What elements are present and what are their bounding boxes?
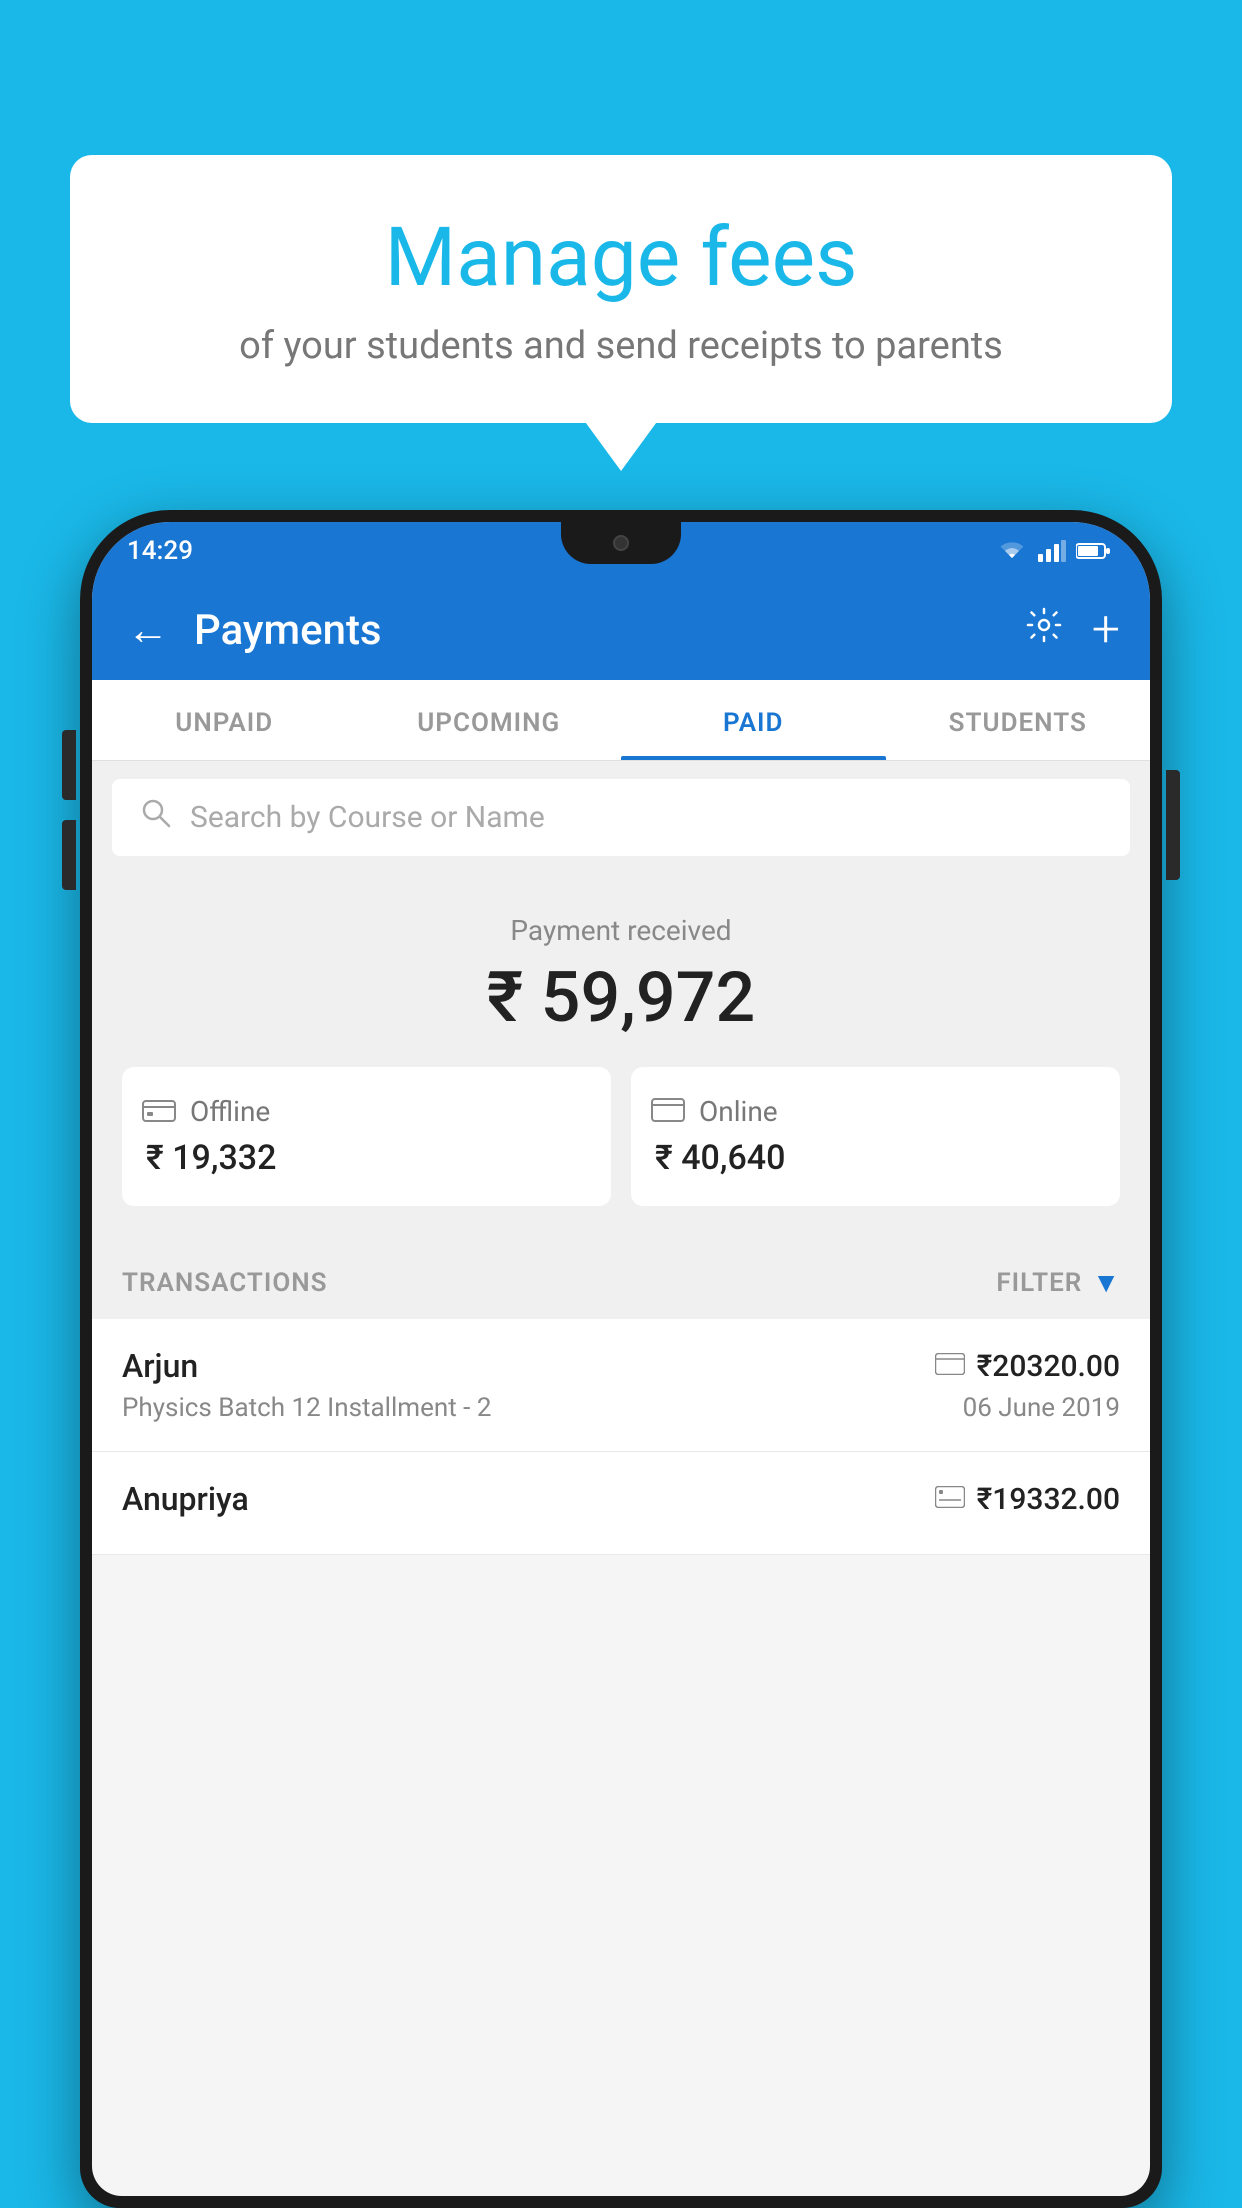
app-bar-title: Payments xyxy=(194,606,1004,655)
transaction-name: Anupriya xyxy=(122,1480,249,1518)
online-card-header: Online xyxy=(651,1095,1100,1128)
filter-icon: ▼ xyxy=(1092,1266,1120,1299)
transactions-header: TRANSACTIONS FILTER ▼ xyxy=(92,1246,1150,1319)
app-bar: ← Payments + xyxy=(92,580,1150,680)
status-icons xyxy=(996,540,1110,562)
bubble-title: Manage fees xyxy=(130,210,1112,306)
settings-button[interactable] xyxy=(1024,605,1064,655)
back-button[interactable]: ← xyxy=(122,601,174,660)
offline-icon xyxy=(142,1096,176,1128)
transaction-amount-wrap: ₹19332.00 xyxy=(935,1482,1120,1517)
add-button[interactable]: + xyxy=(1092,605,1120,655)
filter-button[interactable]: FILTER ▼ xyxy=(996,1266,1120,1299)
search-icon xyxy=(140,797,172,838)
online-icon xyxy=(651,1098,685,1126)
search-placeholder: Search by Course or Name xyxy=(190,800,545,835)
payment-cards: Offline ₹ 19,332 Online xyxy=(122,1067,1120,1206)
offline-amount: ₹ 19,332 xyxy=(142,1138,591,1178)
offline-card-header: Offline xyxy=(142,1095,591,1128)
phone-frame: 14:29 xyxy=(80,510,1162,2208)
speech-bubble-container: Manage fees of your students and send re… xyxy=(70,155,1172,423)
speech-bubble: Manage fees of your students and send re… xyxy=(70,155,1172,423)
tabs-container: UNPAID UPCOMING PAID STUDENTS xyxy=(92,680,1150,761)
transaction-desc: Physics Batch 12 Installment - 2 xyxy=(122,1393,491,1423)
transaction-name: Arjun xyxy=(122,1347,198,1385)
filter-label: FILTER xyxy=(996,1268,1082,1298)
transaction-bottom: Physics Batch 12 Installment - 2 06 June… xyxy=(122,1393,1120,1423)
phone-notch xyxy=(561,522,681,564)
transaction-row[interactable]: Anupriya ₹19332.00 xyxy=(92,1452,1150,1555)
volume-up-button xyxy=(62,730,76,800)
power-button xyxy=(1166,770,1180,880)
payment-received-section: Payment received ₹ 59,972 Offline xyxy=(92,874,1150,1246)
online-card: Online ₹ 40,640 xyxy=(631,1067,1120,1206)
signal-icon xyxy=(1038,540,1066,562)
search-bar[interactable]: Search by Course or Name xyxy=(112,779,1130,856)
tab-paid[interactable]: PAID xyxy=(621,680,886,760)
transactions-label: TRANSACTIONS xyxy=(122,1268,328,1298)
wifi-icon xyxy=(996,540,1028,562)
transaction-row[interactable]: Arjun ₹20320.00 Physics Batch 12 Install… xyxy=(92,1319,1150,1452)
volume-down-button xyxy=(62,820,76,890)
offline-card: Offline ₹ 19,332 xyxy=(122,1067,611,1206)
online-label: Online xyxy=(699,1095,778,1128)
cash-type-icon xyxy=(935,1486,965,1512)
bubble-subtitle: of your students and send receipts to pa… xyxy=(130,324,1112,368)
status-time: 14:29 xyxy=(127,536,193,566)
payment-label: Payment received xyxy=(122,914,1120,947)
battery-icon xyxy=(1076,542,1110,560)
card-type-icon xyxy=(935,1353,965,1379)
app-bar-actions: + xyxy=(1024,605,1120,655)
payment-amount: ₹ 59,972 xyxy=(122,957,1120,1039)
phone-screen: 14:29 xyxy=(92,522,1150,2196)
tab-students[interactable]: STUDENTS xyxy=(886,680,1151,760)
tab-unpaid[interactable]: UNPAID xyxy=(92,680,357,760)
search-container: Search by Course or Name xyxy=(92,761,1150,874)
transaction-top: Anupriya ₹19332.00 xyxy=(122,1480,1120,1518)
transaction-top: Arjun ₹20320.00 xyxy=(122,1347,1120,1385)
camera-dot xyxy=(613,535,629,551)
transaction-date: 06 June 2019 xyxy=(963,1393,1120,1423)
tab-upcoming[interactable]: UPCOMING xyxy=(357,680,622,760)
transaction-amount: ₹20320.00 xyxy=(977,1349,1120,1384)
transaction-amount: ₹19332.00 xyxy=(977,1482,1120,1517)
online-amount: ₹ 40,640 xyxy=(651,1138,1100,1178)
offline-label: Offline xyxy=(190,1095,270,1128)
transaction-amount-wrap: ₹20320.00 xyxy=(935,1349,1120,1384)
